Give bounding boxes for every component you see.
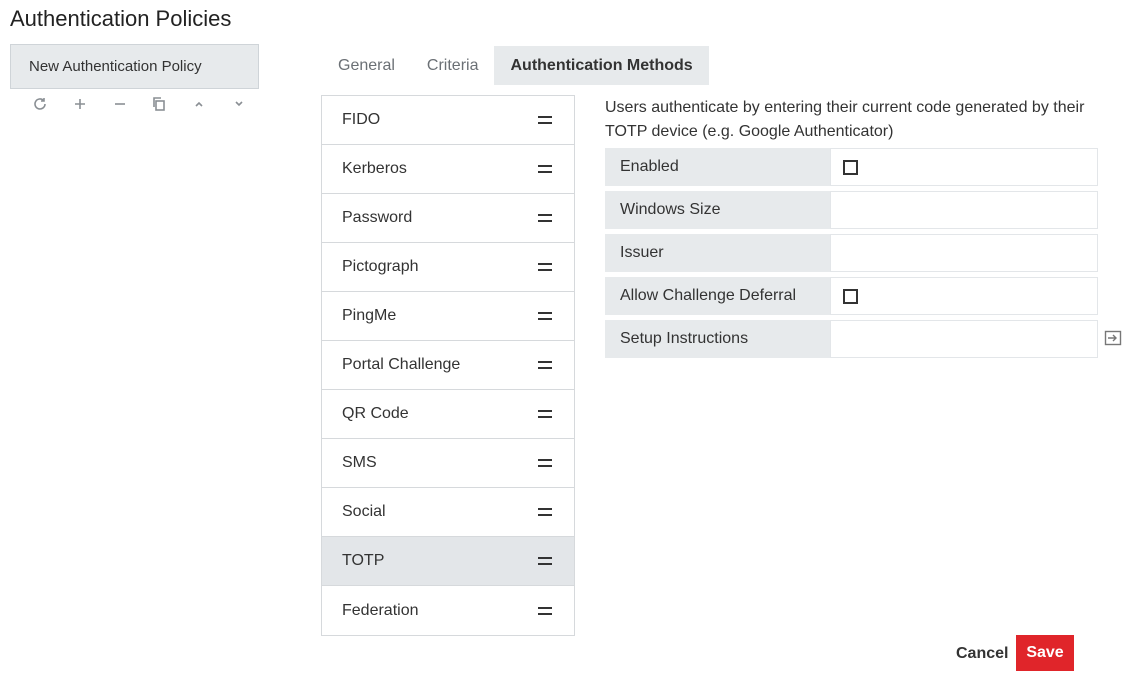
method-settings: Enabled Windows Size Issuer Allow Challe… [605,148,1098,363]
field-label: Issuer [605,234,830,272]
minus-icon[interactable] [100,93,140,115]
drag-handle-icon[interactable] [538,557,552,565]
policy-item[interactable]: New Authentication Policy [10,44,259,89]
method-label: FIDO [342,111,381,128]
method-item-qr-code[interactable]: QR Code [322,390,574,439]
method-item-password[interactable]: Password [322,194,574,243]
expand-editor-icon[interactable] [1104,330,1122,346]
method-item-sms[interactable]: SMS [322,439,574,488]
tab-bar: General Criteria Authentication Methods [322,46,709,85]
method-label: Federation [342,601,419,619]
field-row-issuer: Issuer [605,234,1098,272]
policy-toolbar [10,93,259,115]
method-label: Portal Challenge [342,356,461,373]
chevron-down-icon[interactable] [219,93,259,115]
field-row-window-size: Windows Size [605,191,1098,229]
field-row-allow-challenge-deferral: Allow Challenge Deferral [605,277,1098,315]
method-item-portal-challenge[interactable]: Portal Challenge [322,341,574,390]
method-item-pictograph[interactable]: Pictograph [322,243,574,292]
issuer-input[interactable] [843,235,1097,271]
method-label: Password [342,209,413,226]
field-label: Setup Instructions [605,320,830,358]
method-item-fido[interactable]: FIDO [322,96,574,145]
field-row-setup-instructions: Setup Instructions [605,320,1098,358]
tab-criteria[interactable]: Criteria [411,46,495,85]
drag-handle-icon[interactable] [538,312,552,320]
drag-handle-icon[interactable] [538,361,552,369]
method-label: TOTP [342,552,385,569]
field-row-enabled: Enabled [605,148,1098,186]
methods-list: FIDO Kerberos Password Pictograph PingMe… [321,95,575,636]
field-label: Enabled [605,148,830,186]
field-label: Allow Challenge Deferral [605,277,830,315]
cancel-button[interactable]: Cancel [948,637,1016,671]
drag-handle-icon[interactable] [538,263,552,271]
tab-general[interactable]: General [322,46,411,85]
plus-icon[interactable] [60,93,100,115]
drag-handle-icon[interactable] [538,606,552,615]
method-label: Pictograph [342,258,419,275]
method-item-kerberos[interactable]: Kerberos [322,145,574,194]
method-label: Social [342,503,386,520]
policy-list: New Authentication Policy [10,44,259,115]
save-button[interactable]: Save [1016,635,1074,671]
refresh-icon[interactable] [20,93,60,115]
tab-authentication-methods[interactable]: Authentication Methods [494,46,709,85]
drag-handle-icon[interactable] [538,508,552,516]
drag-handle-icon[interactable] [538,116,552,124]
drag-handle-icon[interactable] [538,459,552,467]
copy-icon[interactable] [139,93,179,115]
enabled-checkbox[interactable] [843,159,858,175]
setup-instructions-input[interactable] [843,321,1097,357]
field-label: Windows Size [605,191,830,229]
window-size-input[interactable] [843,192,1097,228]
method-label: Kerberos [342,160,407,177]
method-item-federation[interactable]: Federation [322,586,574,635]
method-label: PingMe [342,307,397,324]
method-label: QR Code [342,405,409,422]
method-item-totp[interactable]: TOTP [322,537,574,586]
method-item-pingme[interactable]: PingMe [322,292,574,341]
page-title: Authentication Policies [10,6,232,31]
drag-handle-icon[interactable] [538,165,552,173]
method-item-social[interactable]: Social [322,488,574,537]
drag-handle-icon[interactable] [538,214,552,222]
method-label: SMS [342,454,377,471]
chevron-up-icon[interactable] [179,93,219,115]
allow-challenge-deferral-checkbox[interactable] [843,288,858,304]
method-description: Users authenticate by entering their cur… [605,99,1085,140]
drag-handle-icon[interactable] [538,410,552,418]
